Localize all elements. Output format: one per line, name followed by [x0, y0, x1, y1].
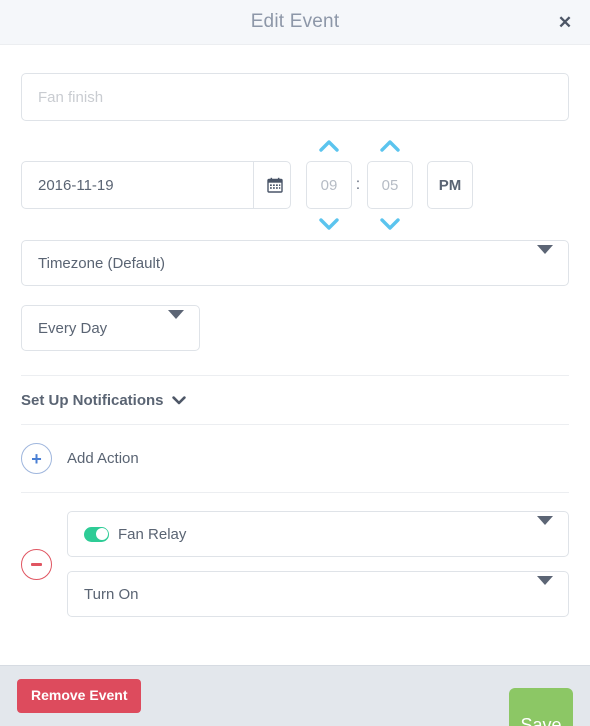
action-device-select-value[interactable]: Fan Relay [67, 511, 569, 557]
circle-minus-icon[interactable] [21, 548, 52, 580]
date-input[interactable] [22, 162, 253, 208]
circle-plus-icon[interactable]: + [21, 443, 52, 474]
remove-event-button[interactable]: Remove Event [17, 679, 142, 713]
event-name-row [21, 45, 569, 121]
event-name-input[interactable] [21, 73, 569, 121]
timezone-select[interactable]: Timezone (Default) [21, 240, 569, 286]
save-button[interactable]: Save [509, 688, 573, 726]
set-up-notifications-label: Set Up Notifications [21, 392, 164, 409]
modal-body: : PM Timezone (Default) Every Day [0, 45, 590, 665]
minus-bar [31, 562, 42, 566]
close-icon[interactable]: ✕ [552, 9, 578, 35]
action-device-select[interactable]: Fan Relay [67, 511, 569, 557]
time-separator: : [355, 176, 361, 193]
device-state-toggle[interactable] [84, 526, 109, 542]
minute-stepper [367, 138, 413, 232]
minute-decrement-chevron-down-icon[interactable] [377, 216, 403, 232]
set-up-notifications-toggle[interactable]: Set Up Notifications [21, 376, 186, 424]
repeat-select[interactable]: Every Day [21, 305, 200, 351]
action-item: Fan Relay Turn On [21, 493, 569, 617]
notifications-section: Set Up Notifications [21, 375, 569, 425]
add-action-label[interactable]: Add Action [67, 450, 139, 467]
chevron-down-icon [171, 393, 186, 408]
hour-stepper [306, 138, 352, 232]
page-title: Edit Event [250, 11, 340, 32]
modal-footer: Remove Event Save [0, 665, 590, 726]
modal-header: Edit Event ✕ [0, 0, 590, 45]
datetime-row: : PM [21, 138, 569, 232]
timezone-select-value[interactable]: Timezone (Default) [21, 240, 569, 286]
ampm-toggle-button[interactable]: PM [427, 161, 473, 209]
hour-decrement-chevron-down-icon[interactable] [316, 216, 342, 232]
hour-increment-chevron-up-icon[interactable] [316, 138, 342, 154]
minute-input[interactable] [367, 161, 413, 209]
minute-increment-chevron-up-icon[interactable] [377, 138, 403, 154]
action-command-select[interactable]: Turn On [67, 571, 569, 617]
repeat-select-value[interactable]: Every Day [21, 305, 200, 351]
action-select-group: Fan Relay Turn On [67, 511, 569, 617]
date-field-group [21, 161, 291, 209]
action-device-label: Fan Relay [118, 525, 187, 543]
calendar-icon[interactable] [253, 162, 290, 208]
add-action-row[interactable]: + Add Action [21, 425, 569, 492]
edit-event-modal: Edit Event ✕ Fan finish 2016-11-19 09: … [0, 0, 590, 726]
action-command-select-value[interactable]: Turn On [67, 571, 569, 617]
hour-input[interactable] [306, 161, 352, 209]
